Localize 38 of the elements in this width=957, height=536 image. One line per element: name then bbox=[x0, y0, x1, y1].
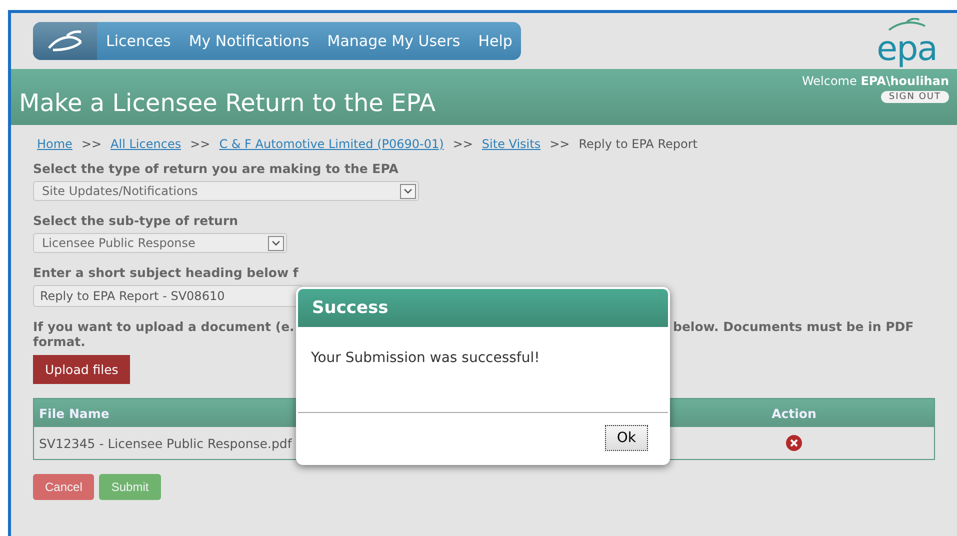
dialog-title: Success bbox=[298, 289, 668, 327]
nav-link[interactable]: Manage My Users bbox=[318, 22, 470, 60]
dropdown[interactable]: Site Updates/Notifications bbox=[33, 181, 419, 201]
submit-button[interactable]: Submit bbox=[99, 474, 161, 500]
breadcrumb-link[interactable]: All Licences bbox=[110, 137, 182, 151]
nav-link[interactable]: Licences bbox=[97, 22, 180, 60]
nav-link[interactable]: Help bbox=[469, 22, 522, 60]
table-cell: SV12345 - Licensee Public Response.pdf bbox=[39, 436, 292, 450]
field-label: Enter a short subject heading below f bbox=[33, 265, 300, 280]
welcome-text: Welcome EPA\houlihan bbox=[802, 74, 949, 88]
nav-link[interactable]: My Notifications bbox=[180, 22, 318, 60]
upload-instructions: below. Documents must be in PDF bbox=[673, 319, 915, 334]
breadcrumb-separator: >> bbox=[452, 137, 473, 151]
breadcrumb-link[interactable]: Home bbox=[37, 137, 72, 151]
field-label: Select the type of return you are making to the EPA bbox=[33, 161, 400, 176]
column-header: Action bbox=[770, 406, 818, 420]
cancel-button[interactable]: Cancel bbox=[33, 474, 94, 500]
upload-instructions: format. bbox=[33, 334, 86, 349]
field-label: Select the sub-type of return bbox=[33, 213, 240, 228]
breadcrumb-current[interactable]: Reply to EPA Report bbox=[578, 137, 698, 151]
delete-icon[interactable] bbox=[786, 435, 802, 451]
upload-instructions: If you want to upload a document (e. bbox=[33, 319, 294, 334]
ok-button[interactable]: Ok bbox=[604, 425, 648, 451]
dropdown[interactable]: Licensee Public Response bbox=[33, 233, 287, 253]
upload-button[interactable]: Upload files bbox=[33, 355, 130, 384]
breadcrumb-separator: >> bbox=[81, 137, 102, 151]
breadcrumb-link[interactable]: C & F Automotive Limited (P0690-01) bbox=[219, 137, 444, 151]
subject-field[interactable]: Reply to EPA Report - SV08610 bbox=[33, 285, 303, 307]
leaf-logo-icon bbox=[33, 22, 97, 60]
caret-icon bbox=[268, 236, 284, 250]
breadcrumb-link[interactable]: Site Visits bbox=[482, 137, 541, 151]
column-header: File Name bbox=[38, 406, 110, 420]
breadcrumb-separator: >> bbox=[550, 137, 570, 151]
sign-out-button[interactable]: SIGN OUT bbox=[880, 91, 949, 103]
page-title: Make a Licensee Return to the EPA bbox=[19, 89, 436, 117]
dialog-message: Your Submission was successful! bbox=[298, 326, 668, 413]
caret-icon bbox=[400, 184, 416, 198]
breadcrumb-separator: >> bbox=[190, 137, 210, 151]
